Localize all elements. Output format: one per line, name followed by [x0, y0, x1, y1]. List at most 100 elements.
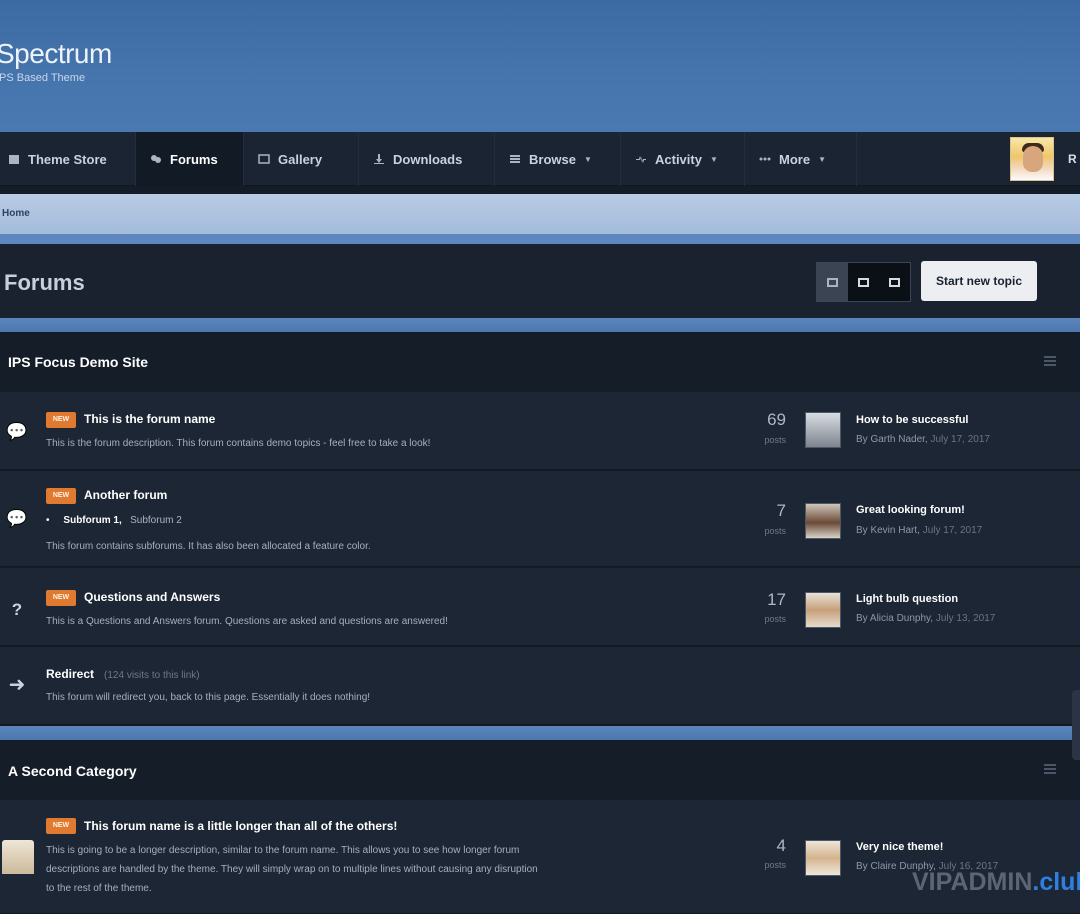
nav-item-more[interactable]: More ▼	[745, 132, 857, 186]
chat-icon: 💬	[6, 509, 28, 528]
nav-label: Forums	[170, 151, 218, 167]
redirect-arrow-icon: ➜	[8, 674, 26, 696]
forum-description: This is going to be a longer description…	[46, 841, 686, 898]
post-count: 17	[767, 590, 786, 609]
collapse-icon[interactable]	[1044, 764, 1056, 774]
avatar[interactable]	[805, 503, 841, 539]
forum-name[interactable]: Another forum	[84, 488, 167, 502]
site-logo[interactable]: Spectrum IPS Based Theme	[0, 38, 112, 84]
nav-item-downloads[interactable]: Downloads	[359, 132, 495, 186]
subforum-link[interactable]: Subforum 1,	[63, 515, 121, 526]
nav-item-forums[interactable]: Forums	[136, 132, 244, 186]
avatar[interactable]	[805, 840, 841, 876]
avatar[interactable]	[805, 412, 841, 448]
collapse-icon[interactable]	[1044, 356, 1056, 366]
last-post-author[interactable]: By Alicia Dunphy,	[856, 613, 933, 624]
fluid-view-button[interactable]	[879, 263, 910, 301]
avatar[interactable]	[805, 592, 841, 628]
last-post-title[interactable]: Light bulb question	[856, 593, 958, 605]
nav-label: Downloads	[393, 151, 463, 167]
redirect-count: (124 visits to this link)	[104, 670, 200, 681]
nav-item-gallery[interactable]: Gallery	[244, 132, 359, 186]
forum-description: This forum will redirect you, back to th…	[46, 692, 371, 703]
grid-view-button[interactable]	[848, 263, 879, 301]
redirect-link[interactable]: Redirect	[46, 667, 94, 681]
forum-name[interactable]: This is the forum name	[84, 412, 215, 426]
gallery-icon	[258, 154, 270, 164]
post-count-label: posts	[764, 435, 786, 445]
watermark-domain: .club	[1032, 868, 1080, 896]
divider	[0, 318, 1080, 332]
user-menu-label[interactable]: R	[1068, 152, 1077, 166]
store-icon	[9, 155, 19, 164]
view-switcher	[816, 262, 911, 302]
last-post-author[interactable]: By Kevin Hart,	[856, 525, 920, 536]
start-new-topic-button[interactable]: Start new topic	[921, 261, 1037, 301]
scrollbar[interactable]	[1072, 690, 1080, 760]
question-icon: ?	[11, 600, 23, 619]
watermark-text: VIPADMIN	[912, 868, 1033, 896]
divider	[0, 726, 1080, 740]
breadcrumb-home[interactable]: Home	[2, 208, 30, 219]
nav-label: Activity	[655, 151, 702, 167]
nav-item-theme-store[interactable]: Theme Store	[0, 132, 136, 186]
last-post-date: July 17, 2017	[930, 434, 990, 445]
new-badge: NEW	[46, 590, 76, 606]
forum-description: This is the forum description. This foru…	[46, 438, 431, 449]
category-header: A Second Category	[0, 742, 1080, 798]
download-icon	[374, 154, 384, 164]
last-post-title[interactable]: How to be successful	[856, 414, 968, 426]
forums-icon	[151, 155, 161, 163]
forum-name: Redirect (124 visits to this link)	[46, 667, 200, 681]
grid-view-icon	[858, 277, 869, 287]
activity-icon	[636, 156, 646, 163]
page-header: Forums	[0, 244, 1080, 318]
last-post-meta: By Alicia Dunphy, July 13, 2017	[856, 613, 995, 624]
last-post-meta: By Kevin Hart, July 17, 2017	[856, 525, 982, 536]
nav-label: Gallery	[278, 151, 323, 167]
site-tagline: IPS Based Theme	[0, 72, 86, 84]
user-avatar[interactable]	[1010, 137, 1054, 181]
divider	[0, 234, 1080, 244]
list-icon	[510, 155, 520, 163]
chevron-down-icon: ▼	[583, 154, 592, 164]
new-badge: NEW	[46, 818, 76, 834]
description-line: This is going to be a longer description…	[46, 845, 520, 856]
chat-icon: 💬	[6, 422, 28, 441]
subforum-link[interactable]: Subforum 2	[130, 515, 182, 526]
watermark: VIPADMIN.club	[912, 868, 1080, 897]
chevron-down-icon: ▼	[709, 154, 718, 164]
last-post-date: July 17, 2017	[922, 525, 983, 536]
post-count-label: posts	[764, 860, 786, 870]
post-count-label: posts	[764, 526, 786, 536]
subforum-list: • Subforum 1, Subforum 2	[46, 515, 182, 526]
nav-item-activity[interactable]: Activity ▼	[621, 132, 745, 186]
forum-row: ? NEW Questions and Answers This is a Qu…	[0, 568, 1080, 646]
chevron-down-icon: ▼	[818, 154, 826, 164]
nav-item-browse[interactable]: Browse ▼	[495, 132, 621, 186]
description-line: to the rest of the theme.	[46, 883, 152, 894]
category-title[interactable]: IPS Focus Demo Site	[8, 354, 148, 370]
new-badge: NEW	[46, 488, 76, 504]
category-title[interactable]: A Second Category	[8, 763, 137, 779]
post-count: 4	[776, 836, 786, 855]
table-view-button[interactable]	[817, 263, 848, 301]
subforum-bullet: •	[46, 515, 50, 526]
forum-row: 💬 NEW This is the forum name This is the…	[0, 392, 1080, 470]
description-line: descriptions are handled by the theme. T…	[46, 864, 538, 875]
post-count-label: posts	[764, 614, 786, 624]
forum-row: ➜ Redirect (124 visits to this link) This…	[0, 647, 1080, 725]
breadcrumb-bar: Home	[0, 194, 1080, 234]
nav-label: More	[779, 151, 811, 167]
last-post-title[interactable]: Great looking forum!	[856, 504, 965, 516]
last-post-author[interactable]: By Garth Nader,	[856, 434, 928, 445]
avatar-face	[1023, 146, 1043, 172]
last-post-date: July 13, 2017	[935, 613, 996, 624]
fluid-view-icon	[889, 277, 900, 287]
forum-name[interactable]: Questions and Answers	[84, 590, 220, 604]
more-icon	[759, 157, 771, 161]
main-nav: Theme Store Forums Gallery Downloads Bro…	[0, 132, 1080, 186]
page-title: Forums	[4, 270, 85, 295]
forum-name[interactable]: This forum name is a little longer than …	[84, 819, 397, 833]
last-post-title[interactable]: Very nice theme!	[856, 841, 943, 853]
